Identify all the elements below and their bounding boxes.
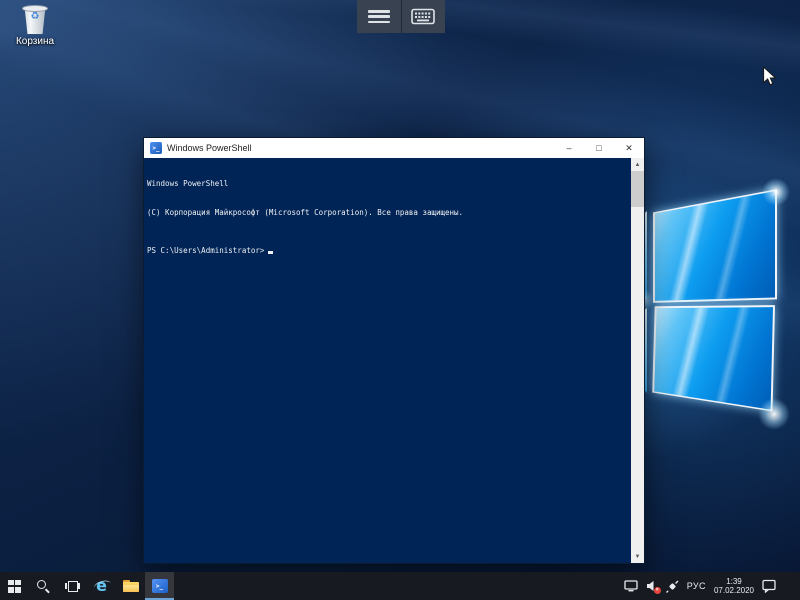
windows-logo-bottom-pane [651, 304, 775, 416]
mute-badge-icon: × [654, 587, 661, 594]
powershell-titlebar[interactable]: >_ Windows PowerShell – □ ✕ [144, 138, 644, 158]
language-indicator[interactable]: РУС [687, 581, 706, 591]
lens-flare [758, 398, 790, 430]
clock[interactable]: 1:39 07.02.2020 [714, 577, 754, 595]
search-icon [37, 580, 50, 593]
recycle-bin-icon: ♻ [22, 5, 48, 34]
scroll-down-button[interactable]: ▼ [631, 550, 644, 563]
tray-date: 07.02.2020 [714, 586, 754, 595]
desktop-screen: ♻ Корзина >_ [0, 0, 800, 600]
powershell-window-icon: >_ [150, 142, 162, 154]
close-button[interactable]: ✕ [614, 138, 644, 158]
taskbar: e >_ × [0, 572, 800, 600]
powershell-window: >_ Windows PowerShell – □ ✕ Windows Powe… [143, 137, 645, 564]
task-view-button[interactable] [58, 572, 87, 600]
recycle-bin-desktop-icon[interactable]: ♻ Корзина [4, 5, 66, 47]
network-icon [624, 580, 638, 592]
windows-start-icon [8, 580, 21, 593]
folder-icon [123, 580, 139, 592]
console-line: (C) Корпорация Майкрософт (Microsoft Cor… [147, 208, 631, 218]
task-view-icon [65, 580, 80, 592]
console-keyboard-button[interactable] [401, 0, 446, 33]
action-center-icon [762, 579, 776, 593]
maximize-button[interactable]: □ [584, 138, 614, 158]
internet-explorer-icon: e [96, 578, 107, 594]
file-explorer-button[interactable] [116, 572, 145, 600]
vm-console-toolbar [357, 0, 445, 33]
recycle-glyph-icon: ♻ [22, 12, 48, 22]
start-button[interactable] [0, 572, 29, 600]
volume-tray-button[interactable]: × [646, 580, 658, 592]
plug-icon [666, 580, 679, 593]
console-prompt-line: PS C:\Users\Administrator> [147, 246, 631, 256]
minimize-button[interactable]: – [554, 138, 584, 158]
console-scrollbar[interactable]: ▲ ▼ [631, 158, 644, 563]
hamburger-icon [368, 10, 390, 23]
network-tray-button[interactable] [624, 580, 638, 592]
search-button[interactable] [29, 572, 58, 600]
window-title: Windows PowerShell [167, 143, 252, 153]
action-center-button[interactable] [762, 579, 776, 593]
windows-logo-top-pane [653, 188, 777, 304]
lens-flare [762, 178, 790, 206]
console-prompt: PS C:\Users\Administrator> [147, 246, 264, 256]
console-output-area[interactable]: Windows PowerShell (C) Корпорация Майкро… [144, 158, 631, 563]
powershell-taskbar-button[interactable]: >_ [145, 572, 174, 600]
console-line: Windows PowerShell [147, 179, 631, 189]
device-tray-button[interactable] [666, 580, 679, 593]
scroll-up-button[interactable]: ▲ [631, 158, 644, 171]
powershell-icon: >_ [152, 579, 168, 593]
scrollbar-thumb[interactable] [631, 171, 644, 207]
text-cursor [268, 251, 273, 254]
taskbar-buttons: e >_ [0, 572, 174, 600]
window-controls: – □ ✕ [554, 138, 644, 158]
keyboard-icon [411, 8, 435, 25]
recycle-bin-label: Корзина [16, 36, 54, 47]
tray-time: 1:39 [726, 577, 742, 586]
console-menu-button[interactable] [357, 0, 401, 33]
internet-explorer-button[interactable]: e [87, 572, 116, 600]
system-tray: × РУС 1:39 07.02.2020 [624, 572, 800, 600]
